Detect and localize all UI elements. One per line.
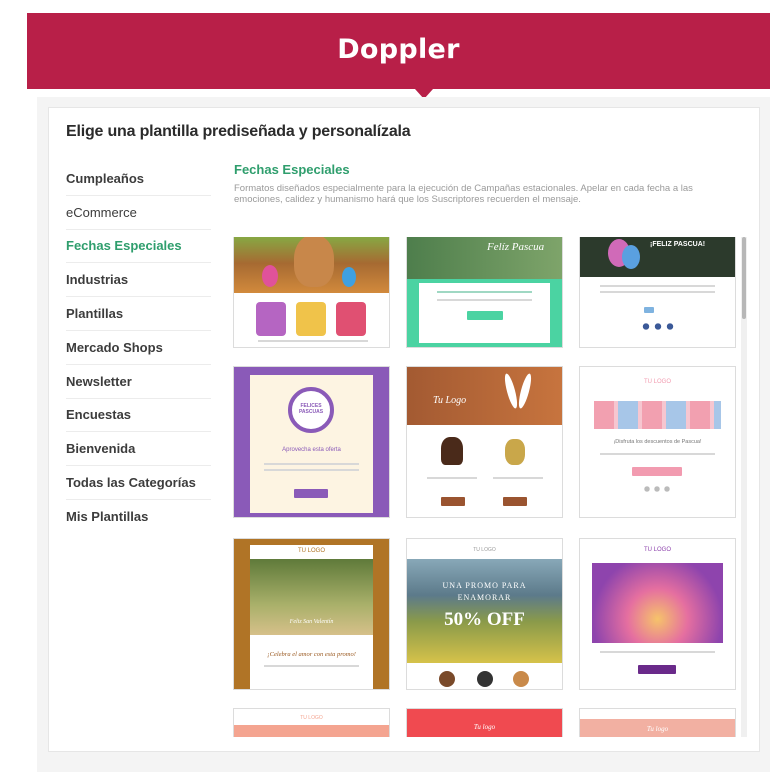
template-logo: Tu logo — [473, 723, 496, 731]
page-title: Elige una plantilla prediseñada y person… — [66, 123, 411, 140]
brand-logo: Doppler — [337, 34, 460, 65]
social-icons — [640, 322, 676, 331]
promo-text: UNA PROMO PARA — [442, 581, 527, 590]
script-text: Feliz San Valentín — [289, 619, 334, 625]
scrollbar-thumb[interactable] — [742, 237, 746, 319]
cta-button — [503, 497, 527, 506]
category-sidebar: Cumpleaños eCommerce Fechas Especiales I… — [66, 162, 211, 534]
template-logo: TU LOGO — [297, 548, 325, 554]
template-thumbnail-easter-purple[interactable]: FELICES PASCUAS Aprovecha esta oferta — [234, 367, 389, 517]
text-line — [264, 665, 359, 667]
product-image — [505, 439, 525, 465]
text-line — [264, 463, 359, 465]
offer-text: ¡Disfruta los descuentos de Pascua! — [613, 439, 702, 445]
template-thumbnail-valentine-heart[interactable]: TU LOGO — [580, 539, 735, 689]
template-heading: ¡FELIZ PASCUA! — [650, 241, 706, 248]
teddy-bear — [477, 671, 493, 687]
text-line — [600, 285, 715, 287]
wood-header — [407, 367, 562, 425]
sidebar-item-cumpleanos[interactable]: Cumpleaños — [66, 162, 211, 196]
product-image — [336, 302, 366, 336]
template-thumbnail-easter-mint[interactable]: Felíz Pascua — [407, 237, 562, 347]
social-icons — [642, 485, 672, 493]
color-band — [234, 725, 389, 737]
template-logo: TU LOGO — [473, 547, 496, 553]
promo-text: ENAMORAR — [457, 593, 512, 602]
sidebar-item-newsletter[interactable]: Newsletter — [66, 365, 211, 399]
egg-shape — [622, 245, 640, 269]
cta-button — [467, 311, 503, 320]
template-logo: Tu Logo — [433, 395, 467, 406]
sidebar-item-industrias[interactable]: Industrias — [66, 263, 211, 298]
bunny-shape — [294, 237, 334, 287]
template-thumbnail-valentine-hands[interactable]: TU LOGO Feliz San Valentín ¡Celebra el a… — [234, 539, 389, 689]
sidebar-item-plantillas[interactable]: Plantillas — [66, 297, 211, 331]
product-image — [296, 302, 326, 336]
template-heading: Felíz Pascua — [487, 241, 545, 253]
cta-button — [644, 307, 654, 313]
offer-text: ¡Celebra el amor con esta promo! — [267, 651, 356, 658]
template-thumbnail-salmon[interactable]: TU LOGO — [234, 709, 389, 737]
template-logo: TU LOGO — [300, 715, 323, 721]
egg-shape — [262, 265, 278, 287]
text-line — [600, 453, 715, 455]
sidebar-item-bienvenida[interactable]: Bienvenida — [66, 432, 211, 467]
sidebar-item-ecommerce[interactable]: eCommerce — [66, 196, 211, 230]
template-thumbnail-easter-pastel[interactable]: TU LOGO ¡Disfruta los descuentos de Pasc… — [580, 367, 735, 517]
caption-line — [258, 340, 368, 342]
template-thumbnail-easter-chocolate[interactable]: Tu Logo — [407, 367, 562, 517]
text-line — [600, 651, 715, 653]
text-line — [437, 291, 532, 293]
template-thumbnail-coral[interactable]: Tu logo — [407, 709, 562, 737]
template-thumbnail-easter-bunny[interactable] — [234, 237, 389, 347]
cta-button — [638, 665, 676, 674]
template-logo: TU LOGO — [643, 547, 671, 553]
text-line — [493, 477, 543, 479]
teddy-bear — [513, 671, 529, 687]
sidebar-item-encuestas[interactable]: Encuestas — [66, 399, 211, 433]
template-thumbnail-peach[interactable]: Tu logo — [580, 709, 735, 737]
template-thumbnail-valentine-promo[interactable]: TU LOGO UNA PROMO PARA ENAMORAR 50% OFF — [407, 539, 562, 689]
brand-header: Doppler — [27, 13, 770, 99]
discount-text: 50% OFF — [444, 609, 525, 630]
eggs-photo — [594, 401, 721, 429]
cta-button — [294, 489, 328, 498]
section-title: Fechas Especiales — [234, 162, 350, 177]
product-image — [256, 302, 286, 336]
template-grid: Felíz Pascua ¡FELIZ PASCUA! FELICES PASC… — [232, 237, 737, 737]
text-line — [437, 299, 532, 301]
offer-text: Aprovecha esta oferta — [282, 447, 341, 453]
cta-button — [632, 467, 682, 476]
text-line — [427, 477, 477, 479]
section-description: Formatos diseñados especialmente para la… — [234, 183, 693, 205]
cta-button — [441, 497, 465, 506]
teddy-bear — [439, 671, 455, 687]
sidebar-item-fechas-especiales[interactable]: Fechas Especiales — [66, 230, 211, 264]
egg-shape — [342, 267, 356, 287]
template-logo: Tu logo — [646, 725, 669, 733]
text-line — [264, 469, 359, 471]
badge-text: FELICES PASCUAS — [298, 403, 324, 415]
sidebar-item-mercado-shops[interactable]: Mercado Shops — [66, 331, 211, 365]
sidebar-item-todas-las-categorias[interactable]: Todas las Categorías — [66, 466, 211, 500]
template-logo: TU LOGO — [643, 379, 671, 385]
text-line — [600, 291, 715, 293]
product-image — [441, 437, 463, 465]
template-thumbnail-easter-chalk[interactable]: ¡FELIZ PASCUA! — [580, 237, 735, 347]
heart-photo — [592, 563, 723, 643]
sidebar-item-mis-plantillas[interactable]: Mis Plantillas — [66, 500, 211, 534]
